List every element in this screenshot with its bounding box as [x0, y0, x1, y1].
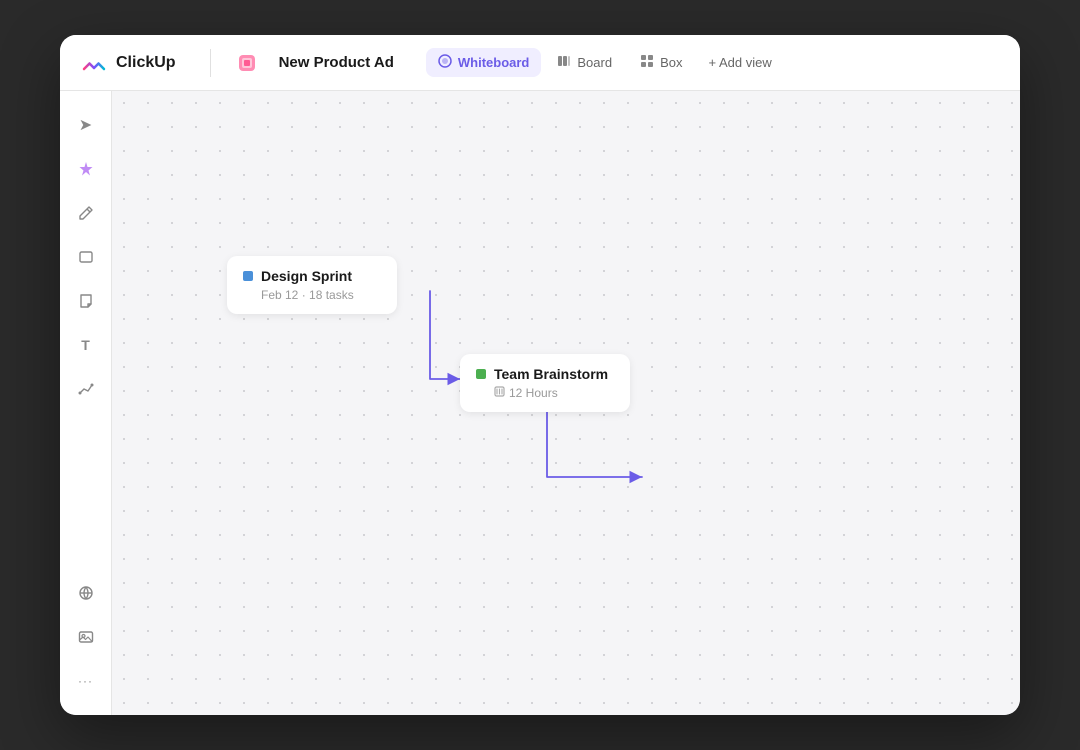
connect-tool[interactable] [68, 371, 104, 407]
whiteboard-tab-label: Whiteboard [458, 55, 530, 70]
project-icon [235, 51, 259, 75]
box-tab-label: Box [660, 55, 682, 70]
card1-header: Design Sprint [243, 268, 381, 284]
card2-dot [476, 369, 486, 379]
board-tab-label: Board [577, 55, 612, 70]
box-icon [640, 54, 654, 71]
main-content: ➤ [60, 91, 1020, 715]
card1-dot [243, 271, 253, 281]
logo-area: ClickUp [80, 49, 176, 77]
team-brainstorm-card[interactable]: Team Brainstorm 12 Hours [460, 354, 630, 412]
pen-tool[interactable] [68, 195, 104, 231]
card2-title: Team Brainstorm [494, 366, 608, 382]
image-tool[interactable] [68, 619, 104, 655]
design-sprint-card[interactable]: Design Sprint Feb 12 · 18 tasks [227, 256, 397, 314]
card2-sub: 12 Hours [494, 386, 614, 400]
whiteboard-icon [438, 54, 452, 71]
add-view-button[interactable]: + Add view [698, 49, 781, 76]
add-view-label: + Add view [708, 55, 771, 70]
note-tool[interactable] [68, 283, 104, 319]
rectangle-tool[interactable] [68, 239, 104, 275]
project-title: New Product Ad [279, 54, 394, 71]
card2-header: Team Brainstorm [476, 366, 614, 382]
header-divider [210, 49, 211, 77]
cursor-tool[interactable]: ➤ [68, 107, 104, 143]
header: ClickUp New Product Ad Whiteboard [60, 35, 1020, 91]
canvas-area[interactable]: Design Sprint Feb 12 · 18 tasks Team Bra… [112, 91, 1020, 715]
globe-tool[interactable] [68, 575, 104, 611]
card1-meta: Feb 12 · 18 tasks [261, 288, 381, 302]
tab-box[interactable]: Box [628, 48, 694, 77]
tab-whiteboard[interactable]: Whiteboard [426, 48, 542, 77]
logo-text: ClickUp [116, 54, 176, 72]
clickup-logo-icon [80, 49, 108, 77]
ai-tool[interactable] [68, 151, 104, 187]
card1-title: Design Sprint [261, 268, 352, 284]
card2-sub-text: 12 Hours [509, 386, 558, 400]
clock-icon [494, 386, 505, 400]
tab-board[interactable]: Board [545, 48, 624, 77]
nav-tabs: Whiteboard Board [426, 48, 782, 77]
app-window: ClickUp New Product Ad Whiteboard [60, 35, 1020, 715]
board-icon [557, 54, 571, 71]
text-tool[interactable]: T [68, 327, 104, 363]
more-tool[interactable]: ··· [68, 663, 104, 699]
toolbar: ➤ [60, 91, 112, 715]
